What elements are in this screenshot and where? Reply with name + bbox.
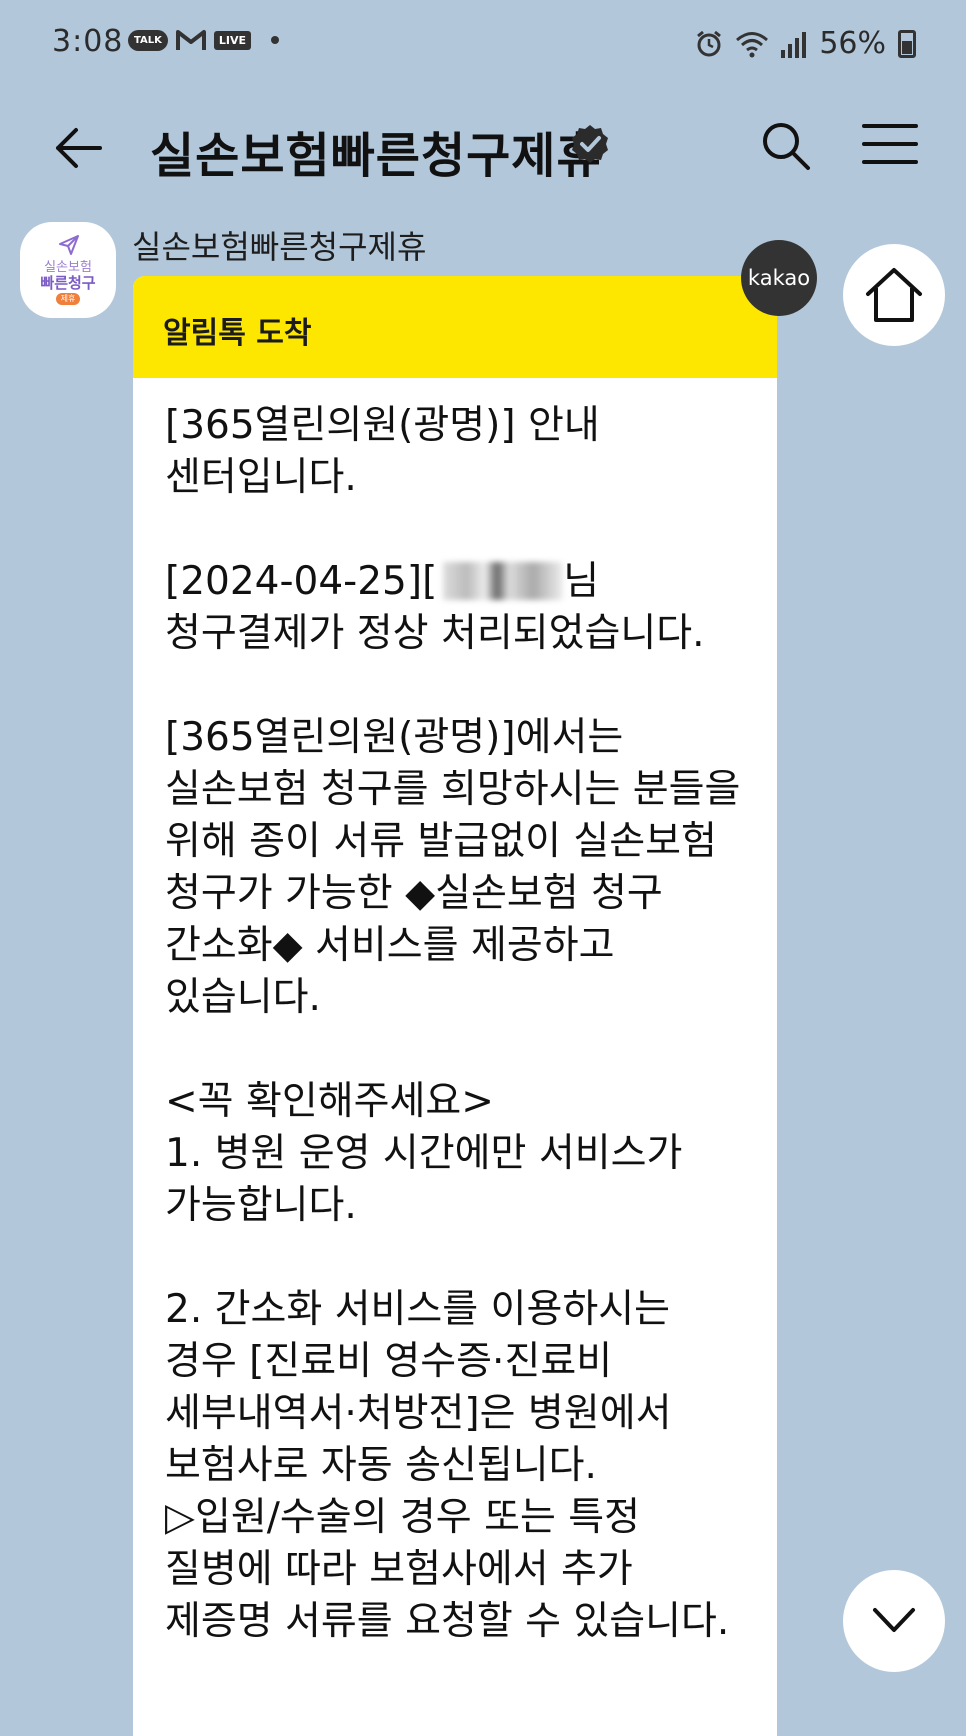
back-button[interactable] (48, 118, 108, 178)
wifi-icon (736, 31, 769, 57)
chevron-down-icon (873, 1608, 915, 1632)
message-text: [365열린의원(광명)] 안내 센터입니다. [2024-04-25][님 청… (133, 378, 777, 1648)
arrow-left-icon (56, 128, 102, 168)
message-text-part2: 님 청구결제가 정상 처리되었습니다. [365열린의원(광명)]에서는 실손보… (165, 559, 741, 1644)
sender-avatar[interactable]: 실손보험 빠른청구 제휴 (20, 222, 116, 318)
home-icon (866, 268, 922, 322)
verified-badge-icon (572, 125, 608, 163)
message-bubble[interactable]: 알림톡 도착 [365열린의원(광명)] 안내 센터입니다. [2024-04-… (133, 276, 777, 1736)
avatar-text-line2: 빠른청구 (40, 274, 96, 292)
alarm-icon (697, 30, 722, 56)
kakaotalk-icon: TALK (128, 29, 168, 51)
search-button[interactable] (758, 118, 814, 174)
dot-icon (271, 36, 280, 44)
notification-icons: TALK LIVE (128, 28, 280, 52)
bubble-header: 알림톡 도착 (133, 276, 777, 378)
chat-title: 실손보험빠른청구제휴 (150, 128, 602, 184)
kakao-badge: kakao (741, 240, 817, 316)
battery-icon (898, 29, 916, 58)
signal-icon (781, 31, 807, 58)
battery-level: 56% (819, 26, 886, 61)
menu-icon (862, 124, 918, 164)
status-bar: 3:08 TALK LIVE 56% (0, 0, 966, 72)
redacted-name (443, 562, 564, 600)
home-button[interactable] (843, 244, 945, 346)
bubble-header-text: 알림톡 도착 (163, 316, 312, 351)
avatar-tag: 제휴 (56, 293, 80, 305)
chat-header: 실손보험빠른청구제휴 (0, 72, 966, 222)
menu-button[interactable] (862, 122, 918, 166)
search-icon (763, 123, 810, 170)
system-icons: 56% (695, 26, 916, 61)
paper-plane-icon (59, 235, 79, 255)
sender-name: 실손보험빠른청구제휴 (132, 228, 427, 266)
gmail-icon (175, 30, 206, 50)
status-time: 3:08 (52, 24, 124, 59)
live-icon: LIVE (213, 30, 252, 50)
scroll-down-button[interactable] (843, 1570, 945, 1672)
